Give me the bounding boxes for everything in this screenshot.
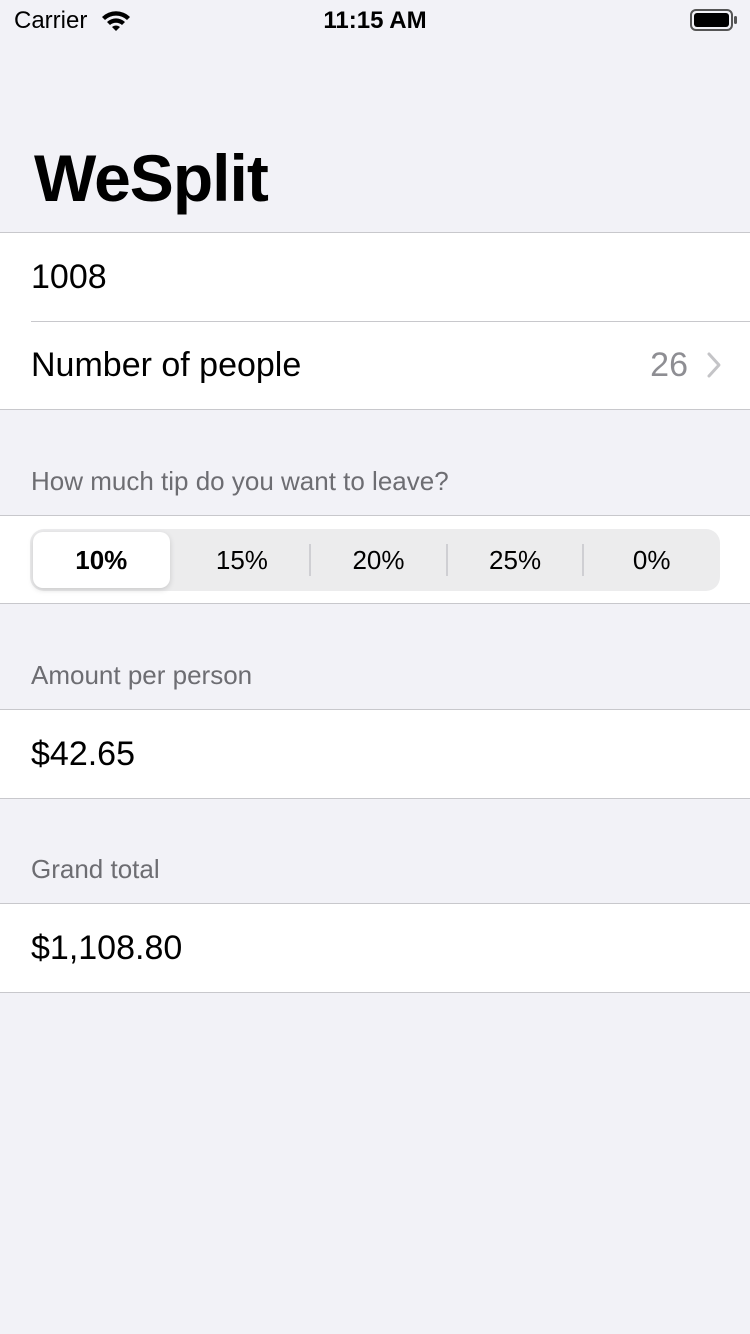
status-bar: Carrier 11:15 AM [0,0,750,40]
page-title: WeSplit [34,141,269,215]
check-amount-value[interactable]: 1008 [31,258,107,297]
people-value: 26 [650,346,688,384]
battery-icon [690,9,737,31]
tip-option-25[interactable]: 25% [445,529,584,591]
grand-total-header: Grand total [31,854,160,884]
number-of-people-picker[interactable]: Number of people 26 [0,321,750,409]
chevron-right-icon [707,352,721,378]
grand-total-value: $1,108.80 [31,928,183,967]
check-amount-field[interactable]: 1008 [0,233,750,321]
amount-per-person-section: $42.65 [0,709,750,799]
tip-segmented-control[interactable]: 10% 15% 20% 25% 0% [30,529,720,591]
tip-option-10[interactable]: 10% [33,532,170,588]
grand-total-section: $1,108.80 [0,903,750,993]
tip-section: 10% 15% 20% 25% 0% [0,515,750,604]
grand-total-row: $1,108.80 [0,904,750,992]
status-time: 11:15 AM [323,7,427,34]
tip-option-20[interactable]: 20% [309,529,447,591]
people-label: Number of people [31,345,302,384]
tip-option-0[interactable]: 0% [582,529,720,591]
amount-per-person-value: $42.65 [31,734,135,773]
check-section: 1008 Number of people 26 [0,232,750,410]
amount-per-person-row: $42.65 [0,710,750,798]
tip-section-header: How much tip do you want to leave? [31,466,449,496]
tip-option-15[interactable]: 15% [174,529,311,591]
amount-per-person-header: Amount per person [31,660,253,690]
